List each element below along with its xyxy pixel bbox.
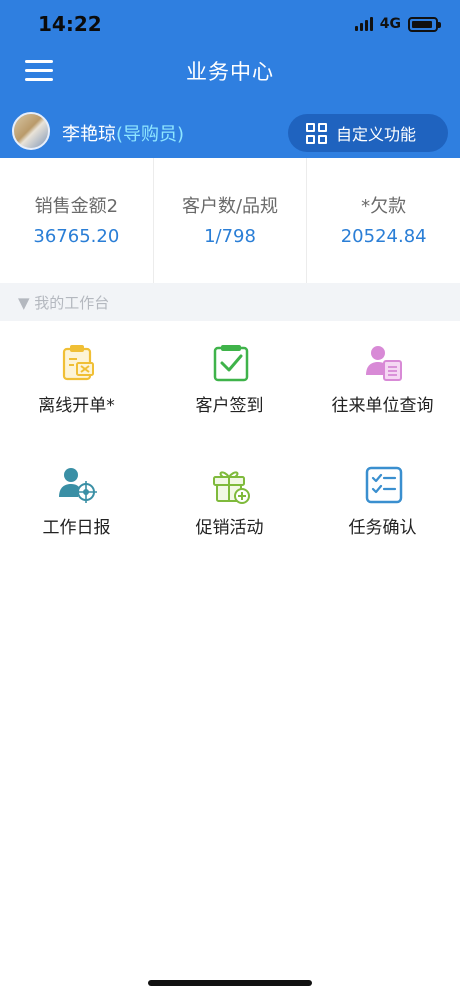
feature-label: 往来单位查询 <box>331 396 434 416</box>
user-bar: 李艳琼(导购员) 自定义功能 <box>0 106 460 158</box>
custom-function-button[interactable]: 自定义功能 <box>288 114 448 152</box>
status-indicators: 4G <box>354 14 441 34</box>
avatar[interactable] <box>12 112 50 150</box>
user-name: 李艳琼 <box>62 124 116 145</box>
offline-order-icon <box>62 345 94 381</box>
stat-label: 客户数/品规 <box>181 196 279 217</box>
feature-label: 离线开单* <box>38 396 115 416</box>
feature-offline-order[interactable]: 离线开单* <box>0 321 153 431</box>
feature-contacts-query[interactable]: 往来单位查询 <box>306 321 459 431</box>
stat-value: 36765.20 <box>33 226 120 247</box>
feature-label: 促销活动 <box>195 518 264 538</box>
feature-label: 任务确认 <box>348 518 417 538</box>
stat-value: 20524.84 <box>340 226 427 247</box>
custom-function-label: 自定义功能 <box>336 125 417 144</box>
status-time: 14:22 <box>38 12 102 36</box>
stats-panel: 销售金额2 36765.20 客户数/品规 1/798 *欠款 20524.84 <box>0 158 460 283</box>
feature-work-report[interactable]: 工作日报 <box>0 443 153 553</box>
home-indicator[interactable] <box>148 980 312 986</box>
feature-customer-checkin[interactable]: 客户签到 <box>153 321 306 431</box>
stat-debt[interactable]: *欠款 20524.84 <box>307 158 460 283</box>
user-role: (导购员) <box>116 124 185 145</box>
feature-label: 客户签到 <box>195 396 264 416</box>
workbench-section-header[interactable]: ▼ 我的工作台 <box>0 283 460 321</box>
stat-label: 销售金额2 <box>34 196 119 217</box>
signal-icon <box>354 17 373 31</box>
user-name-line: 李艳琼(导购员) <box>62 120 184 146</box>
promotion-gift-icon <box>213 471 250 504</box>
network-label: 4G <box>379 16 401 32</box>
stat-sales[interactable]: 销售金额2 36765.20 <box>0 158 154 283</box>
app-screen: 14:22 4G 业务中心 李艳琼(导购员) 自定义功能 销售金额2 36765… <box>0 0 460 996</box>
customer-checkin-icon <box>213 345 249 382</box>
work-report-icon <box>59 468 97 503</box>
feature-promotion[interactable]: 促销活动 <box>153 443 306 553</box>
section-title: ▼ 我的工作台 <box>18 294 110 312</box>
status-bar: 14:22 4G <box>0 0 460 48</box>
grid-icon <box>306 122 327 144</box>
page-title: 业务中心 <box>186 60 274 84</box>
battery-icon <box>408 16 441 32</box>
feature-label: 工作日报 <box>42 518 111 538</box>
feature-task-confirm[interactable]: 任务确认 <box>306 443 459 553</box>
stat-label: *欠款 <box>361 196 407 217</box>
contacts-query-icon <box>366 346 402 381</box>
task-confirm-icon <box>365 466 403 504</box>
nav-bar: 业务中心 <box>0 48 460 94</box>
stat-value: 1/798 <box>204 226 256 247</box>
stat-customers[interactable]: 客户数/品规 1/798 <box>154 158 308 283</box>
